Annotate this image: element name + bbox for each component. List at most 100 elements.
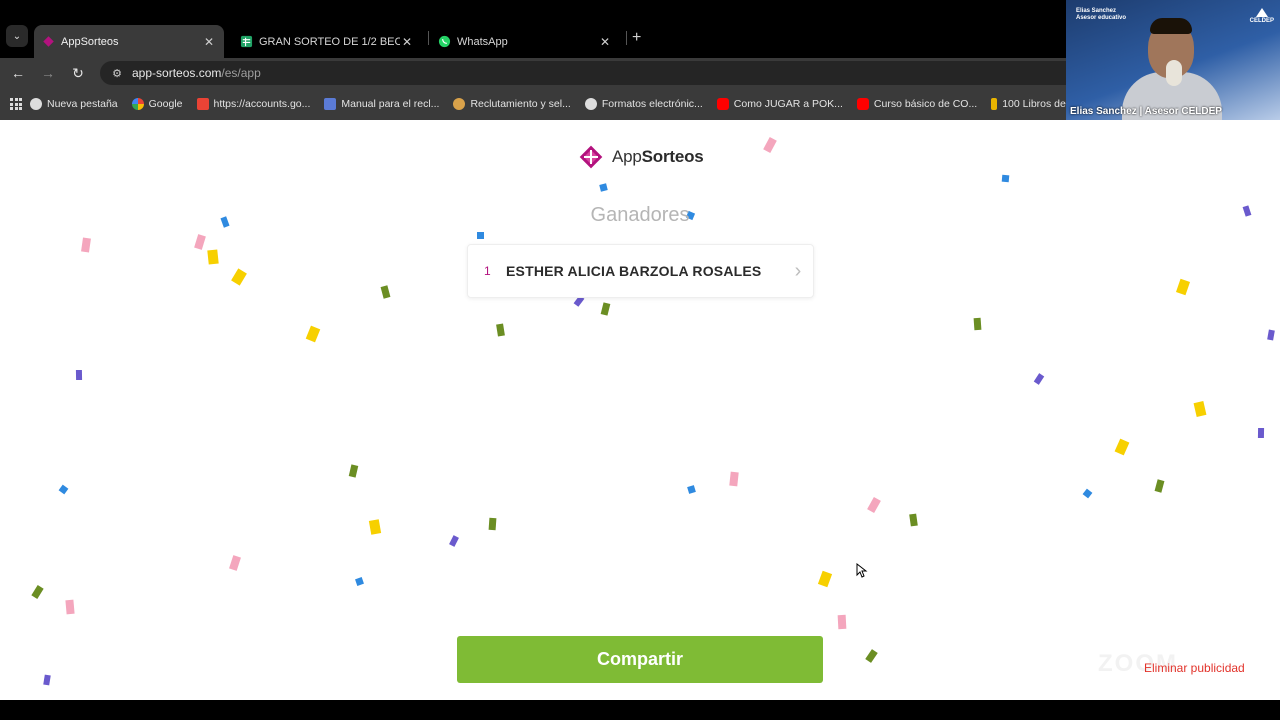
bookmark-100-libros[interactable]: 100 Libros de D (991, 98, 1076, 110)
bookmark-label: Formatos electrónic... (601, 98, 703, 110)
confetti-piece (81, 237, 91, 253)
tab-title: WhatsApp (457, 35, 508, 48)
confetti-piece (865, 649, 878, 663)
winner-card[interactable]: 1 ESTHER ALICIA BARZOLA ROSALES › (467, 244, 814, 298)
forward-arrow-icon[interactable]: → (38, 64, 58, 82)
confetti-piece (837, 614, 847, 630)
tab-title: AppSorteos (61, 35, 119, 48)
confetti-piece (817, 570, 833, 588)
bookmark-reclutamiento[interactable]: Reclutamiento y sel... (453, 98, 571, 110)
confetti-piece (380, 285, 391, 299)
video-caption-role: Asesor educativo (1076, 15, 1127, 21)
confetti-piece (1257, 427, 1265, 439)
remove-ads-link[interactable]: Eliminar publicidad (1144, 661, 1245, 675)
confetti-piece (687, 485, 696, 494)
confetti-piece (1154, 479, 1165, 493)
bookmark-accounts[interactable]: https://accounts.go... (196, 98, 310, 110)
appsorteos-page: AppSorteos Ganadores 1 ESTHER ALICIA BAR… (0, 120, 1280, 700)
youtube-icon (856, 98, 869, 110)
video-call-overlay: Elias Sanchez Asesor educativo CELDEP El… (1066, 0, 1280, 120)
confetti-piece (496, 323, 505, 337)
gmail-icon (196, 98, 209, 110)
reload-icon[interactable]: ↻ (68, 64, 88, 82)
confetti-piece (305, 325, 321, 343)
bookmark-label: Nueva pestaña (47, 98, 118, 110)
tab-search-button[interactable]: ⌄ (6, 25, 28, 47)
participant-name: Elias Sanchez | Asesor CELDEP (1070, 106, 1222, 117)
bookmark-label: Reclutamiento y sel... (470, 98, 571, 110)
doc-icon (324, 98, 337, 110)
url-text[interactable]: app-sorteos.com/es/app (132, 66, 261, 80)
confetti-piece (867, 496, 881, 514)
confetti-piece (43, 674, 51, 686)
confetti-piece (600, 302, 611, 316)
confetti-piece (58, 484, 69, 495)
confetti-piece (194, 234, 206, 250)
bookmark-label: Como JUGAR a POK... (733, 98, 843, 110)
bookmark-formatos[interactable]: Formatos electrónic... (584, 98, 703, 110)
confetti-piece (231, 268, 247, 286)
close-tab-icon[interactable]: ✕ (202, 35, 216, 49)
close-tab-icon[interactable]: ✕ (400, 35, 414, 49)
confetti-piece (599, 183, 608, 192)
bookmark-google[interactable]: Google (131, 98, 183, 110)
tab-gran-sorteo[interactable]: GRAN SORTEO DE 1/2 BECA (re ✕ (232, 25, 422, 58)
winners-heading: Ganadores (590, 204, 690, 226)
confetti-piece (909, 513, 918, 527)
handshake-icon (453, 98, 466, 110)
appsorteos-logo-icon (579, 145, 603, 169)
address-bar[interactable]: ⚙ app-sorteos.com/es/app (100, 61, 1100, 85)
video-caption: Elias Sanchez Asesor educativo (1076, 8, 1126, 22)
share-button[interactable]: Compartir (457, 636, 823, 683)
confetti-piece (729, 471, 739, 487)
confetti-piece (355, 577, 364, 586)
bookmark-curso-basico[interactable]: Curso básico de CO... (856, 98, 977, 110)
confetti-piece (348, 464, 359, 478)
globe-icon (584, 98, 597, 110)
tab-separator (428, 31, 429, 45)
logo-wordmark: AppSorteos (612, 147, 704, 167)
globe-icon (30, 98, 42, 110)
appsorteos-logo[interactable]: AppSorteos (576, 142, 704, 172)
tab-title: GRAN SORTEO DE 1/2 BECA (re (259, 35, 400, 48)
confetti-piece (488, 517, 497, 531)
screen-bottom-bar (0, 700, 1280, 720)
bookmark-label: Google (148, 98, 183, 110)
bookmark-label: Manual para el recl... (341, 98, 440, 110)
confetti-piece (449, 535, 459, 547)
confetti-piece (75, 369, 83, 381)
chevron-right-icon[interactable]: › (783, 260, 813, 283)
confetti-piece (1175, 278, 1191, 296)
winner-name: ESTHER ALICIA BARZOLA ROSALES (506, 263, 762, 279)
google-icon (131, 98, 144, 110)
new-tab-button[interactable]: + (632, 29, 641, 47)
tab-appsorteos[interactable]: AppSorteos ✕ (34, 25, 224, 58)
bookmark-jugar-poker[interactable]: Como JUGAR a POK... (716, 98, 843, 110)
bookmark-manual[interactable]: Manual para el recl... (324, 98, 439, 110)
logo-text-app: App (612, 147, 642, 166)
celdep-logo: CELDEP (1250, 8, 1274, 24)
youtube-icon (716, 98, 729, 110)
celdep-logo-text: CELDEP (1249, 18, 1274, 24)
tab-separator (626, 31, 627, 45)
confetti-piece (973, 317, 982, 331)
url-host: app-sorteos.com (132, 66, 222, 80)
bookmark-nueva-pestana[interactable]: Nueva pestaña (30, 98, 118, 110)
close-tab-icon[interactable]: ✕ (598, 35, 612, 49)
confetti-piece (477, 232, 484, 239)
confetti-piece (229, 555, 241, 571)
appsorteos-favicon (43, 36, 54, 47)
tab-whatsapp[interactable]: WhatsApp ✕ (430, 25, 620, 58)
book-icon (991, 98, 998, 110)
confetti-piece (763, 136, 777, 154)
back-arrow-icon[interactable]: ← (8, 64, 28, 82)
logo-text-sorteos: Sorteos (641, 147, 704, 166)
confetti-piece (65, 599, 75, 615)
apps-grid-icon[interactable] (10, 98, 22, 110)
confetti-piece (1267, 329, 1275, 341)
winner-position: 1 (484, 264, 491, 278)
confetti-piece (1193, 401, 1207, 417)
confetti-piece (1114, 438, 1130, 456)
site-info-icon[interactable]: ⚙ (110, 66, 124, 80)
confetti-piece (1001, 174, 1010, 183)
